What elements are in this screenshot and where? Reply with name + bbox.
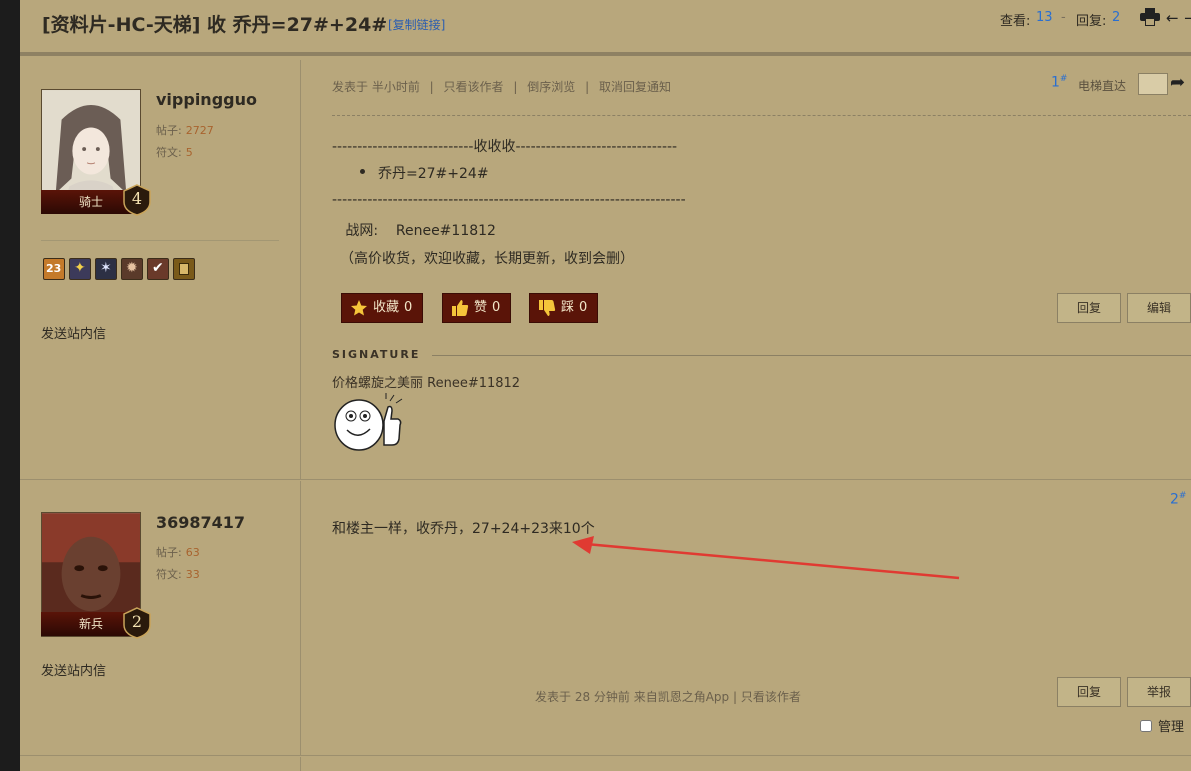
cancel-notify-link[interactable]: 取消回复通知 [599, 80, 671, 94]
thumbs-up-icon [452, 300, 469, 316]
signature-label: SIGNATURE [332, 348, 421, 361]
posts-label: 帖子: [156, 546, 182, 559]
manage-label: 管理 [1158, 720, 1185, 735]
print-icon[interactable] [1140, 8, 1160, 26]
favorite-count: 0 [404, 300, 413, 315]
copy-link[interactable]: [复制链接] [388, 16, 445, 33]
reply-button[interactable]: 回复 [1057, 293, 1121, 323]
favorite-button[interactable]: 收藏 0 [341, 293, 424, 323]
author-sidebar [20, 757, 301, 771]
medal-number: 23 [46, 262, 62, 275]
author-only-link[interactable]: 只看该作者 [444, 80, 504, 94]
dislike-count: 0 [579, 300, 588, 315]
posts-stat: 帖子: 63 [156, 544, 200, 560]
post-1: 骑士 4 vippingguo 帖子: 2727 符文: 5 23 ✦ ✶ ✹ … [20, 60, 1191, 480]
body-note: （高价收货，欢迎收藏，长期更新，收到会删） [340, 251, 634, 267]
thumbs-up-face-image [334, 393, 403, 451]
header-separator: - [1061, 10, 1066, 25]
like-button[interactable]: 赞 0 [442, 293, 512, 323]
post-time: 发表于 28 分钟前 来自凯恩之角App [535, 690, 730, 704]
body-list-item: 乔丹=27#+24# [378, 166, 489, 182]
posts-count[interactable]: 2727 [186, 124, 214, 137]
signature-divider [432, 355, 1191, 356]
author-only-link[interactable]: 只看该作者 [741, 690, 801, 704]
level-number: 2 [131, 612, 143, 631]
report-button[interactable]: 举报 [1127, 677, 1191, 707]
dislike-label: 踩 [561, 300, 575, 315]
reply-button[interactable]: 回复 [1057, 677, 1121, 707]
manage-checkbox[interactable]: 管理 [1140, 716, 1184, 735]
post-meta: 发表于 半小时前 | 只看该作者 | 倒序浏览 | 取消回复通知 [332, 78, 677, 95]
post-meta: 发表于 28 分钟前 来自凯恩之角App | 只看该作者 [535, 688, 801, 705]
annotation-arrow [572, 536, 960, 580]
post-2: 新兵 2 36987417 帖子: 63 符文: 33 发送站内信 2# 和楼主一样… [20, 481, 1191, 756]
runes-label: 符文: [156, 146, 182, 159]
views-label: 查看: [1000, 14, 1031, 29]
medal-list: 23 ✦ ✶ ✹ ✔ [43, 258, 195, 280]
thumbs-down-icon [539, 300, 556, 316]
post-3-partial [20, 757, 1191, 771]
signature-text: 价格螺旋之美丽 Renee#11812 [332, 376, 521, 391]
meta-separator: | [733, 690, 738, 704]
meta-separator: | [585, 80, 590, 94]
body-line-footer: ----------------------------------------… [332, 192, 686, 208]
medal-spark-icon[interactable]: ✶ [95, 258, 117, 280]
thread-title: [资料片-HC-天梯] 收 乔丹=27#+24# [42, 14, 388, 36]
runes-stat: 符文: 33 [156, 566, 200, 582]
username[interactable]: vippingguo [156, 90, 257, 109]
posts-count[interactable]: 63 [186, 546, 200, 559]
post-time: 发表于 半小时前 [332, 80, 420, 94]
medal-number-badge[interactable]: 23 [43, 258, 65, 280]
replies-count: 2 [1112, 10, 1121, 25]
like-count: 0 [492, 300, 501, 315]
left-window-edge [0, 0, 20, 771]
medal-check-icon[interactable]: ✔ [147, 258, 169, 280]
posts-label: 帖子: [156, 124, 182, 137]
runes-count[interactable]: 5 [186, 146, 193, 159]
author-sidebar: 新兵 2 36987417 帖子: 63 符文: 33 发送站内信 [20, 481, 301, 755]
sidebar-divider [41, 240, 279, 241]
jump-arrow-icon[interactable]: ➦ [1170, 72, 1185, 93]
body-battlenet: 战网: Renee#11812 [332, 223, 496, 239]
medal-burst-icon[interactable]: ✹ [121, 258, 143, 280]
star-icon [351, 300, 367, 316]
send-message-link[interactable]: 发送站内信 [41, 323, 106, 342]
medal-star-icon[interactable]: ✦ [69, 258, 91, 280]
author-sidebar: 骑士 4 vippingguo 帖子: 2727 符文: 5 23 ✦ ✶ ✹ … [20, 60, 301, 479]
next-thread-icon[interactable]: → [1184, 9, 1191, 27]
meta-separator: | [429, 80, 434, 94]
post-content: 发表于 半小时前 | 只看该作者 | 倒序浏览 | 取消回复通知 1# 电梯直达… [302, 60, 1191, 479]
previous-thread-icon[interactable]: ← [1166, 9, 1179, 27]
floor-number[interactable]: 1# [1051, 74, 1067, 91]
post-content: 2# 和楼主一样，收乔丹，27+24+23来10个 发表于 28 分钟前 来自凯… [302, 481, 1191, 755]
manage-check-input[interactable] [1140, 719, 1152, 732]
favorite-label: 收藏 [373, 300, 400, 315]
thread-page: [资料片-HC-天梯] 收 乔丹=27#+24# [复制链接] 查看: 13 -… [20, 0, 1191, 771]
medal-portrait-icon[interactable] [173, 258, 195, 280]
like-label: 赞 [474, 300, 488, 315]
post-body: 和楼主一样，收乔丹，27+24+23来10个 [332, 521, 595, 537]
runes-label: 符文: [156, 568, 182, 581]
runes-stat: 符文: 5 [156, 144, 193, 160]
views-count: 13 [1036, 10, 1053, 25]
username[interactable]: 36987417 [156, 513, 245, 532]
elevator-label: 电梯直达 [1078, 79, 1127, 93]
level-number: 4 [131, 189, 143, 208]
floor-number[interactable]: 2# [1170, 491, 1186, 508]
bullet-dot [360, 169, 365, 174]
send-message-link[interactable]: 发送站内信 [41, 660, 106, 679]
content-divider [332, 115, 1191, 116]
posts-stat: 帖子: 2727 [156, 122, 214, 138]
dislike-button[interactable]: 踩 0 [529, 293, 599, 323]
runes-count[interactable]: 33 [186, 568, 200, 581]
meta-separator: | [513, 80, 518, 94]
thread-header: [资料片-HC-天梯] 收 乔丹=27#+24# [复制链接] 查看: 13 -… [20, 0, 1191, 56]
elevator-input[interactable] [1138, 73, 1168, 95]
body-line-header: ----------------------------收收收---------… [332, 139, 678, 155]
reverse-order-link[interactable]: 倒序浏览 [527, 80, 575, 94]
replies-label: 回复: [1076, 14, 1107, 29]
edit-button[interactable]: 编辑 [1127, 293, 1191, 323]
